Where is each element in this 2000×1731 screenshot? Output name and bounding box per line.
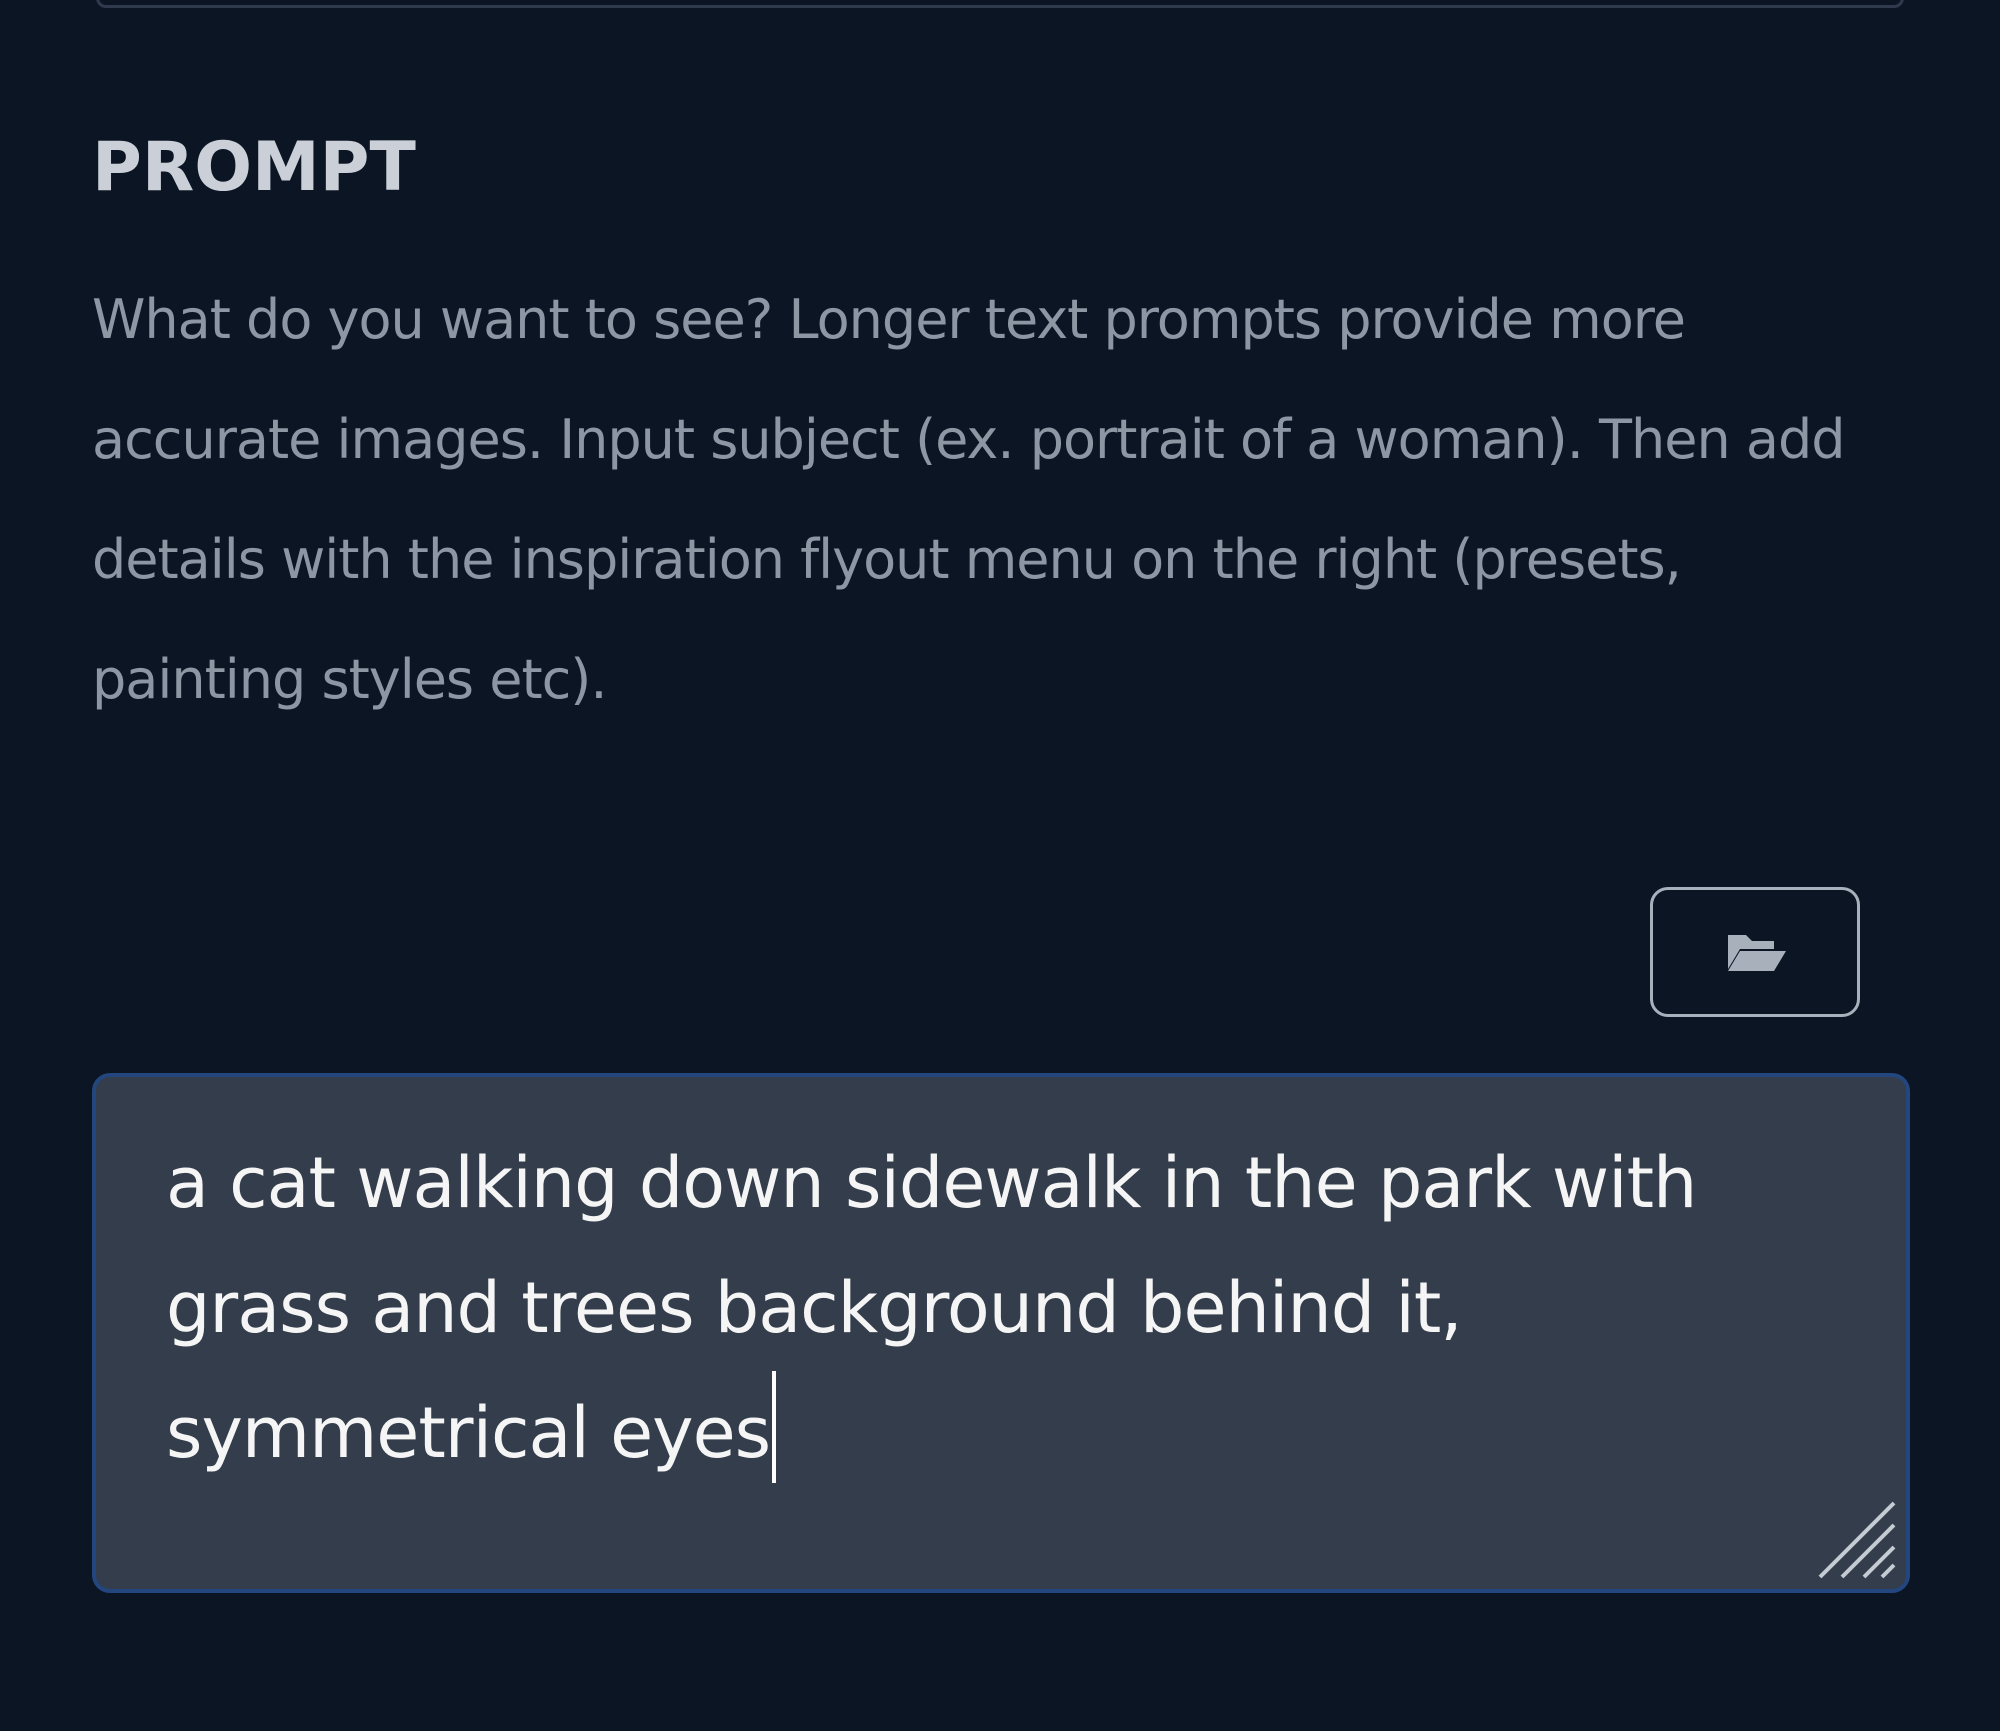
prompt-text: a cat walking down sidewalk in the park … (166, 1142, 1718, 1474)
previous-field-border (96, 0, 1904, 8)
prompt-textarea[interactable]: a cat walking down sidewalk in the park … (96, 1077, 1906, 1589)
prompt-input-container: a cat walking down sidewalk in the park … (92, 1073, 1910, 1593)
text-caret (772, 1371, 777, 1483)
prompt-panel: PROMPT What do you want to see? Longer t… (0, 0, 2000, 1731)
open-prompt-file-button[interactable] (1650, 887, 1860, 1017)
resize-grip-icon[interactable] (1808, 1491, 1898, 1581)
prompt-heading: PROMPT (92, 128, 416, 207)
folder-open-icon (1722, 927, 1788, 977)
prompt-description: What do you want to see? Longer text pro… (92, 288, 1846, 711)
